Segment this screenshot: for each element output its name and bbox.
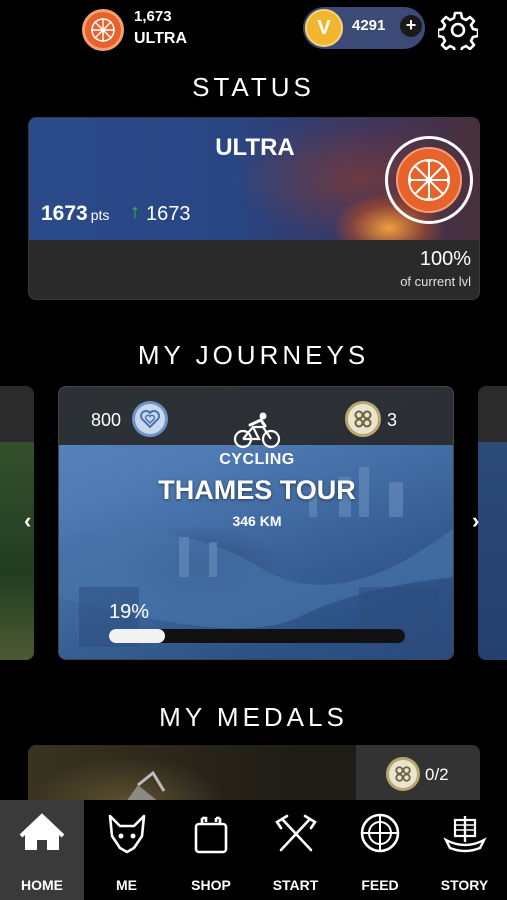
coin-icon: V [305,9,343,47]
next-journey-card[interactable] [478,386,507,660]
knots-value: 3 [387,410,398,430]
journey-type: CYCLING [219,451,295,468]
celtic-knot-icon [345,401,381,437]
heart-knot-icon [132,401,168,437]
level-progress-value: 100% [419,248,471,270]
rank-name: ULTRA [134,30,188,47]
status-emblem-ring [385,136,473,224]
celtic-knot-icon [386,757,420,791]
bottom-nav: HOME ME SHOP START FEED STORY [0,800,507,900]
next-journey-image [478,442,507,660]
journey-progress-value: 19% [109,601,150,623]
viking-compass-icon [396,147,462,213]
nav-label: STORY [440,877,489,893]
nav-item-story[interactable]: STORY [423,800,507,900]
status-points-value: 1673 [41,202,88,225]
journeys-section-title: MY JOURNEYS [137,340,370,370]
nav-item-me[interactable]: ME [85,800,169,900]
nav-label: HOME [21,877,63,893]
nav-item-home[interactable]: HOME [0,800,84,900]
journey-distance: 346 KM [232,513,282,529]
round-shield-icon [360,813,400,853]
coin-symbol: V [317,16,331,39]
nav-label: ME [116,877,137,893]
add-currency-button[interactable]: + [400,15,422,37]
journey-name: THAMES TOUR [158,475,356,505]
next-journey-arrow[interactable]: › [472,508,479,534]
medal-count: 0/2 [425,765,449,784]
status-gain: 1673 [146,203,191,225]
status-points: 1673 pts [41,202,109,226]
status-points-unit: pts [90,207,110,223]
nav-item-shop[interactable]: SHOP [169,800,253,900]
journey-card[interactable]: 800 3 CYCLING THAMES TOUR 346 KM 19% [58,386,454,660]
cyclist-icon [233,412,281,449]
wolf-head-icon [108,814,145,854]
previous-journey-image [0,442,34,660]
nav-item-feed[interactable]: FEED [338,800,422,900]
previous-journey-arrow[interactable]: ‹ [24,508,31,534]
viking-ship-icon [442,816,487,853]
status-card[interactable]: ULTRA 1673 pts ↑ 1673 100% of current lvl [28,117,480,300]
nav-item-start[interactable]: START [254,800,338,900]
nav-label: SHOP [191,877,231,893]
top-bar: 1,673 ULTRA V 4291 + [0,0,507,60]
journey-progress-fill [109,629,165,643]
hearts-value: 800 [91,410,122,430]
nav-label: START [272,877,319,893]
status-section-title: STATUS [192,72,315,102]
gain-up-arrow-icon: ↑ [130,201,140,223]
medals-section-title: MY MEDALS [159,702,348,732]
shop-bag-icon [194,816,228,854]
rank-points: 1,673 [134,8,172,25]
crossed-axes-icon [274,814,317,852]
level-progress-label: of current lvl [400,274,471,289]
home-icon [19,813,65,850]
nav-label: FEED [361,877,399,893]
rank-emblem-icon[interactable] [82,9,124,51]
currency-value: 4291 [352,17,386,34]
gear-icon[interactable] [438,10,478,50]
